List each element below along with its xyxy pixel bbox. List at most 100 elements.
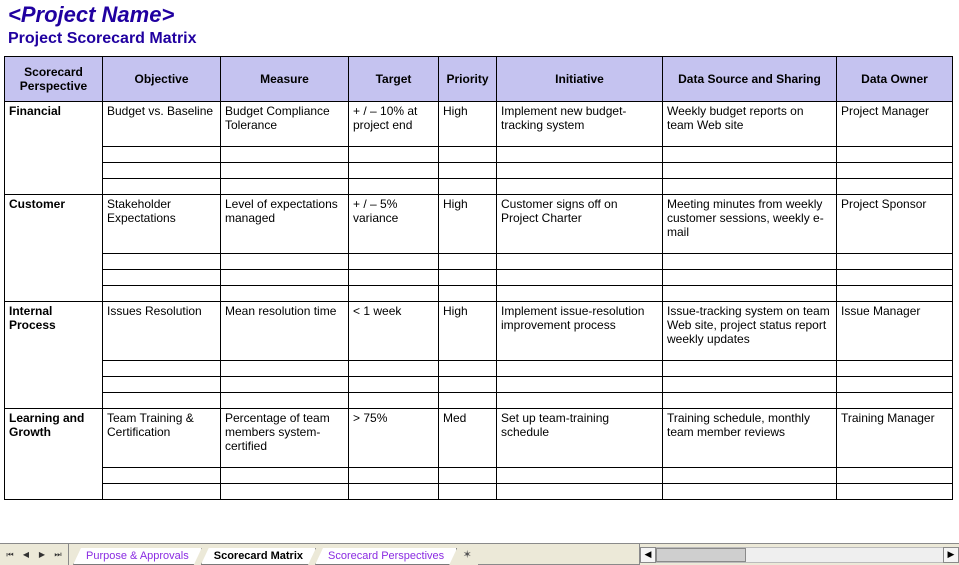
cell-owner[interactable] bbox=[837, 286, 953, 302]
cell-target[interactable] bbox=[349, 468, 439, 484]
cell-owner[interactable] bbox=[837, 147, 953, 163]
cell-owner[interactable] bbox=[837, 377, 953, 393]
cell-initiative[interactable] bbox=[497, 286, 663, 302]
cell-objective[interactable] bbox=[103, 286, 221, 302]
cell-source[interactable] bbox=[663, 286, 837, 302]
cell-objective[interactable] bbox=[103, 484, 221, 500]
cell-measure[interactable] bbox=[221, 286, 349, 302]
cell-target[interactable] bbox=[349, 254, 439, 270]
cell-owner[interactable]: Issue Manager bbox=[837, 302, 953, 361]
cell-objective[interactable]: Stakeholder Expectations bbox=[103, 195, 221, 254]
cell-measure[interactable] bbox=[221, 468, 349, 484]
new-sheet-icon[interactable]: ✶ bbox=[456, 544, 478, 565]
cell-source[interactable] bbox=[663, 179, 837, 195]
cell-measure[interactable] bbox=[221, 377, 349, 393]
cell-owner[interactable] bbox=[837, 179, 953, 195]
cell-perspective[interactable]: Internal Process bbox=[5, 302, 103, 409]
sheet-tab[interactable]: Scorecard Matrix bbox=[201, 548, 316, 565]
cell-target[interactable] bbox=[349, 286, 439, 302]
cell-objective[interactable]: Team Training & Certification bbox=[103, 409, 221, 468]
cell-measure[interactable] bbox=[221, 254, 349, 270]
cell-target[interactable] bbox=[349, 147, 439, 163]
sheet-nav-prev-icon[interactable]: ◀ bbox=[19, 548, 33, 562]
cell-priority[interactable]: Med bbox=[439, 409, 497, 468]
cell-source[interactable] bbox=[663, 484, 837, 500]
cell-target[interactable] bbox=[349, 270, 439, 286]
cell-measure[interactable]: Budget Compliance Tolerance bbox=[221, 102, 349, 147]
cell-priority[interactable] bbox=[439, 286, 497, 302]
cell-owner[interactable] bbox=[837, 361, 953, 377]
cell-perspective[interactable]: Customer bbox=[5, 195, 103, 302]
cell-priority[interactable] bbox=[439, 361, 497, 377]
cell-measure[interactable] bbox=[221, 484, 349, 500]
cell-objective[interactable] bbox=[103, 468, 221, 484]
cell-objective[interactable] bbox=[103, 179, 221, 195]
cell-target[interactable]: + / – 5% variance bbox=[349, 195, 439, 254]
cell-initiative[interactable] bbox=[497, 147, 663, 163]
cell-initiative[interactable]: Set up team-training schedule bbox=[497, 409, 663, 468]
cell-owner[interactable] bbox=[837, 393, 953, 409]
cell-initiative[interactable] bbox=[497, 377, 663, 393]
cell-priority[interactable]: High bbox=[439, 102, 497, 147]
cell-initiative[interactable]: Implement issue-resolution improvement p… bbox=[497, 302, 663, 361]
cell-measure[interactable] bbox=[221, 179, 349, 195]
cell-source[interactable]: Weekly budget reports on team Web site bbox=[663, 102, 837, 147]
cell-owner[interactable] bbox=[837, 484, 953, 500]
cell-measure[interactable] bbox=[221, 393, 349, 409]
cell-priority[interactable] bbox=[439, 163, 497, 179]
cell-priority[interactable] bbox=[439, 468, 497, 484]
cell-priority[interactable]: High bbox=[439, 195, 497, 254]
cell-initiative[interactable] bbox=[497, 468, 663, 484]
sheet-nav-first-icon[interactable]: ⏮ bbox=[3, 548, 17, 562]
cell-initiative[interactable] bbox=[497, 393, 663, 409]
scroll-thumb[interactable] bbox=[656, 548, 746, 562]
cell-objective[interactable] bbox=[103, 270, 221, 286]
cell-target[interactable] bbox=[349, 163, 439, 179]
cell-owner[interactable] bbox=[837, 468, 953, 484]
cell-objective[interactable]: Budget vs. Baseline bbox=[103, 102, 221, 147]
cell-measure[interactable] bbox=[221, 270, 349, 286]
cell-source[interactable]: Issue-tracking system on team Web site, … bbox=[663, 302, 837, 361]
cell-source[interactable] bbox=[663, 393, 837, 409]
cell-objective[interactable]: Issues Resolution bbox=[103, 302, 221, 361]
cell-target[interactable] bbox=[349, 179, 439, 195]
cell-target[interactable]: + / – 10% at project end bbox=[349, 102, 439, 147]
sheet-tab[interactable]: Scorecard Perspectives bbox=[315, 548, 457, 565]
cell-objective[interactable] bbox=[103, 361, 221, 377]
cell-target[interactable] bbox=[349, 393, 439, 409]
cell-owner[interactable] bbox=[837, 254, 953, 270]
cell-objective[interactable] bbox=[103, 147, 221, 163]
cell-target[interactable] bbox=[349, 361, 439, 377]
cell-objective[interactable] bbox=[103, 393, 221, 409]
sheet-tab[interactable]: Purpose & Approvals bbox=[73, 548, 202, 565]
cell-source[interactable] bbox=[663, 254, 837, 270]
cell-initiative[interactable] bbox=[497, 270, 663, 286]
cell-priority[interactable] bbox=[439, 254, 497, 270]
sheet-nav-last-icon[interactable]: ⏭ bbox=[51, 548, 65, 562]
cell-measure[interactable] bbox=[221, 361, 349, 377]
cell-priority[interactable] bbox=[439, 377, 497, 393]
scroll-track[interactable] bbox=[656, 547, 943, 563]
cell-source[interactable]: Training schedule, monthly team member r… bbox=[663, 409, 837, 468]
cell-priority[interactable] bbox=[439, 270, 497, 286]
sheet-nav-next-icon[interactable]: ▶ bbox=[35, 548, 49, 562]
cell-initiative[interactable] bbox=[497, 163, 663, 179]
scroll-right-icon[interactable]: ▶ bbox=[943, 547, 959, 563]
cell-source[interactable] bbox=[663, 147, 837, 163]
cell-owner[interactable]: Training Manager bbox=[837, 409, 953, 468]
cell-initiative[interactable] bbox=[497, 361, 663, 377]
cell-objective[interactable] bbox=[103, 377, 221, 393]
cell-priority[interactable]: High bbox=[439, 302, 497, 361]
cell-initiative[interactable] bbox=[497, 484, 663, 500]
cell-priority[interactable] bbox=[439, 393, 497, 409]
cell-source[interactable] bbox=[663, 163, 837, 179]
cell-priority[interactable] bbox=[439, 147, 497, 163]
cell-target[interactable]: > 75% bbox=[349, 409, 439, 468]
cell-initiative[interactable]: Implement new budget-tracking system bbox=[497, 102, 663, 147]
cell-measure[interactable] bbox=[221, 147, 349, 163]
cell-priority[interactable] bbox=[439, 179, 497, 195]
cell-source[interactable] bbox=[663, 468, 837, 484]
cell-source[interactable] bbox=[663, 270, 837, 286]
cell-source[interactable] bbox=[663, 361, 837, 377]
cell-initiative[interactable] bbox=[497, 179, 663, 195]
